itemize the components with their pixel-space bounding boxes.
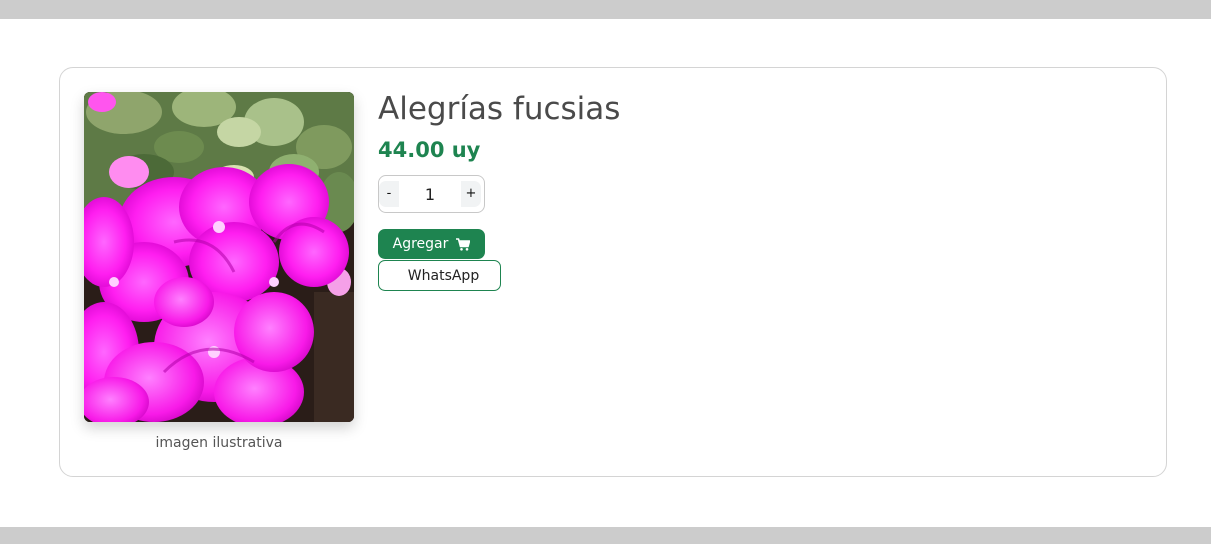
quantity-stepper: - + [378,175,485,213]
whatsapp-button[interactable]: WhatsApp [378,260,501,291]
cart-icon [456,237,471,251]
bottom-bar [0,527,1211,544]
top-bar [0,0,1211,19]
product-price: 44.00 uy [378,138,481,162]
product-title: Alegrías fucsias [378,91,621,127]
add-to-cart-label: Agregar [392,236,449,252]
add-to-cart-button[interactable]: Agregar [378,229,485,259]
product-image [84,92,354,422]
product-card: imagen ilustrativa Alegrías fucsias 44.0… [59,67,1167,477]
increment-button[interactable]: + [461,181,481,207]
decrement-button[interactable]: - [379,181,399,207]
image-caption: imagen ilustrativa [155,435,283,451]
quantity-input[interactable] [401,181,459,207]
